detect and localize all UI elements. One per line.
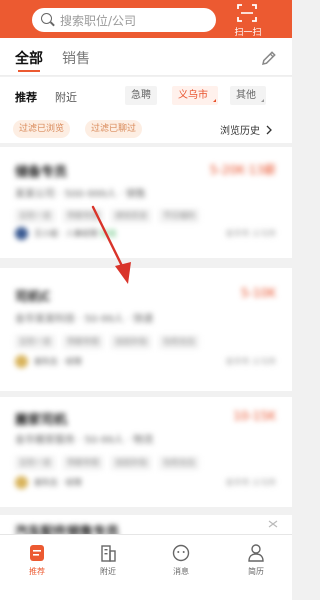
bottom-navigation: 推荐 附近 消息 简历 — [0, 534, 292, 600]
quick-filters: 过滤已浏览 过滤已聊过 浏览历史 — [0, 115, 292, 143]
company-info: 金华搬家服务 · 50-99人 · 物流 — [15, 435, 154, 446]
job-card[interactable]: 汽车配件销售专员 — [0, 515, 292, 534]
nav-messages-label: 消息 — [173, 567, 189, 576]
job-salary: 10-15K — [233, 409, 276, 423]
recruiter-name: 谢先生 · 经理 — [34, 478, 82, 487]
edit-icon[interactable] — [260, 49, 278, 67]
job-tag: 带薪年假 — [63, 209, 104, 223]
job-location: 金华市 义乌市 — [225, 229, 276, 238]
chip-other[interactable]: 其他 — [230, 86, 266, 105]
recruiter-info: 王小姐 · 人事经理 在线 — [34, 228, 116, 239]
scan-label: 扫一扫 — [234, 28, 262, 38]
job-tag: 绩效奖金 — [111, 209, 152, 223]
nav-recommend-label: 推荐 — [29, 567, 45, 576]
browse-history-label: 浏览历史 — [220, 126, 260, 137]
nav-recommend[interactable]: 推荐 — [7, 543, 67, 577]
filter-nearby[interactable]: 附近 — [55, 89, 77, 105]
job-tag: 五险一金 — [15, 456, 55, 470]
job-title: 储备专员 — [15, 165, 68, 180]
job-tag: 带薪年假 — [63, 335, 104, 349]
nav-nearby[interactable]: 附近 — [78, 543, 138, 577]
nav-nearby-label: 附近 — [100, 567, 116, 576]
tab-all[interactable]: 全部 — [15, 48, 43, 72]
job-title: 司机C — [15, 290, 51, 305]
nav-resume[interactable]: 简历 — [226, 543, 286, 577]
nav-resume-label: 简历 — [248, 567, 264, 576]
job-tag: 节日福利 — [159, 209, 200, 223]
search-placeholder: 搜索职位/公司 — [60, 14, 137, 28]
job-location: 金华市 义乌市 — [225, 357, 276, 366]
job-tags: 五险一金 带薪年假 加班补贴 包吃包住 — [15, 450, 202, 470]
message-icon — [172, 544, 190, 562]
job-tag: 包吃包住 — [159, 456, 200, 470]
job-salary: 5-20K·13薪 — [209, 163, 276, 177]
job-tags: 五险一金 带薪年假 绩效奖金 节日福利 — [15, 203, 202, 223]
job-tag: 带薪年假 — [63, 456, 104, 470]
chip-other-label: 其他 — [236, 90, 256, 101]
job-tag: 加班补贴 — [111, 335, 152, 349]
company-info: 金华某某科技 · 50-99人 · 快递 — [15, 314, 154, 325]
job-card[interactable]: 储备专员 5-20K·13薪 某某公司 · 500-999人 · 销售 五险一金… — [0, 147, 292, 258]
avatar — [15, 476, 28, 489]
job-location: 金华市 义乌市 — [225, 478, 276, 487]
chip-urgent-label: 急聘 — [131, 90, 151, 101]
dropdown-triangle-icon — [261, 99, 264, 102]
filter-chatted-pill[interactable]: 过滤已聊过 — [85, 120, 143, 138]
online-status: 在线 — [100, 229, 117, 238]
job-tags: 五险一金 带薪年假 加班补贴 包吃包住 — [15, 329, 202, 349]
nav-messages[interactable]: 消息 — [151, 543, 211, 577]
job-card[interactable]: 司机C 5-10K 金华某某科技 · 50-99人 · 快递 五险一金 带薪年假… — [0, 268, 292, 391]
dropdown-triangle-icon — [213, 99, 216, 102]
company-info: 某某公司 · 500-999人 · 销售 — [15, 189, 146, 200]
recommend-icon — [30, 545, 44, 561]
chip-urgent[interactable]: 急聘 — [125, 86, 157, 105]
job-tag: 五险一金 — [15, 335, 55, 349]
chip-city-label: 义乌市 — [178, 90, 208, 101]
filter-viewed-pill[interactable]: 过滤已浏览 — [13, 120, 71, 138]
chevron-right-icon — [266, 125, 273, 135]
chip-city[interactable]: 义乌市 — [172, 86, 218, 105]
nearby-icon — [101, 545, 116, 562]
category-tabs: 全部 销售 — [0, 38, 292, 76]
job-tag: 加班补贴 — [111, 456, 152, 470]
job-tag: 包吃包住 — [159, 335, 200, 349]
recruiter-name: 王小姐 · 人事经理 — [34, 229, 98, 238]
scan-icon — [237, 4, 257, 22]
resume-icon — [248, 544, 264, 562]
job-title: 搬家司机 — [15, 413, 68, 428]
browse-history-link[interactable]: 浏览历史 — [220, 122, 273, 137]
tab-sales[interactable]: 销售 — [62, 48, 90, 68]
recruiter-name: 谢先生 · 经理 — [34, 357, 82, 366]
top-header: 搜索职位/公司 扫一扫 — [0, 0, 292, 38]
job-salary: 5-10K — [240, 286, 276, 300]
search-icon — [41, 13, 52, 24]
job-title: 汽车配件销售专员 — [15, 525, 120, 534]
filter-bar: 推荐 附近 急聘 义乌市 其他 — [0, 77, 292, 115]
job-card[interactable]: 搬家司机 10-15K 金华搬家服务 · 50-99人 · 物流 五险一金 带薪… — [0, 397, 292, 507]
filter-recommend[interactable]: 推荐 — [15, 89, 37, 105]
job-tag: 五险一金 — [15, 209, 55, 223]
close-icon[interactable] — [268, 520, 278, 528]
avatar — [15, 227, 28, 240]
scan-button[interactable]: 扫一扫 — [228, 3, 268, 38]
avatar — [15, 355, 28, 368]
search-bar[interactable]: 搜索职位/公司 — [32, 8, 216, 32]
